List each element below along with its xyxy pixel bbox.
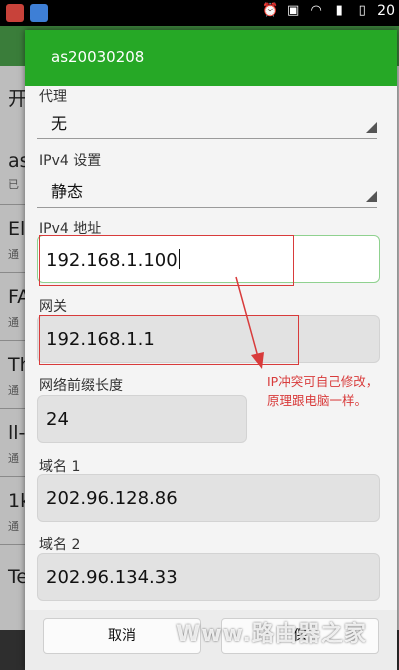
dialog-title-bar: as20030208 — [25, 30, 397, 86]
ipv4-settings-underline — [37, 207, 377, 208]
dns1-label: 域名 1 — [39, 459, 81, 475]
signal-icon: ▮ — [335, 3, 343, 18]
ipv4-settings-dropdown[interactable]: 静态 — [37, 174, 377, 204]
notification-app-icon — [6, 4, 24, 22]
annotation-line: IP冲突可自己修改， — [267, 374, 379, 389]
proxy-dropdown[interactable]: 无 — [37, 106, 377, 136]
dns2-value: 202.96.134.33 — [46, 567, 178, 588]
background-item-sub: 通 — [8, 316, 19, 329]
background-item-char: ll- — [8, 422, 26, 444]
proxy-value: 无 — [51, 114, 68, 133]
annotation-arrow — [235, 276, 264, 369]
dns2-field[interactable]: 202.96.134.33 — [37, 553, 380, 601]
dropdown-arrow-icon — [366, 191, 377, 202]
dialog-title: as20030208 — [51, 48, 145, 66]
prefix-length-value: 24 — [46, 409, 69, 430]
background-item-sub: 通 — [8, 452, 19, 465]
dropdown-arrow-icon — [366, 122, 377, 133]
proxy-label: 代理 — [39, 89, 67, 105]
network-config-dialog: as20030208 代理 无 IPv4 设置 静态 IPv4 地址 192.1… — [25, 30, 397, 670]
background-item-sub: 通 — [8, 384, 19, 397]
watermark: Www.路由器之家 — [176, 622, 367, 647]
prefix-length-label: 网络前缀长度 — [39, 378, 123, 394]
background-item-sub: 已 — [8, 178, 19, 191]
annotation-text: IP冲突可自己修改， 原理跟电脑一样。 — [267, 372, 378, 410]
gateway-label: 网关 — [39, 299, 67, 315]
dns2-label: 域名 2 — [39, 537, 81, 553]
status-bar: ⏰ ▣ ◠ ▮ ▯ 20 — [0, 0, 399, 26]
prefix-length-field[interactable]: 24 — [37, 395, 247, 443]
sim-icon: ▣ — [287, 3, 300, 18]
wifi-icon: ◠ — [310, 3, 322, 18]
alarm-icon: ⏰ — [262, 3, 279, 18]
ipv4-settings-value: 静态 — [51, 182, 84, 201]
dns1-value: 202.96.128.86 — [46, 488, 178, 509]
ipv4-settings-label: IPv4 设置 — [39, 153, 102, 169]
background-item-sub: 通 — [8, 248, 19, 261]
status-time: 20 — [377, 3, 395, 19]
background-item-sub: 通 — [8, 520, 19, 533]
cloud-app-icon — [30, 4, 48, 22]
battery-icon: ▯ — [358, 3, 366, 18]
background-item-char: El — [8, 218, 26, 240]
proxy-underline — [37, 138, 377, 139]
annotation-line: 原理跟电脑一样。 — [267, 393, 368, 408]
dns1-field[interactable]: 202.96.128.86 — [37, 474, 380, 522]
